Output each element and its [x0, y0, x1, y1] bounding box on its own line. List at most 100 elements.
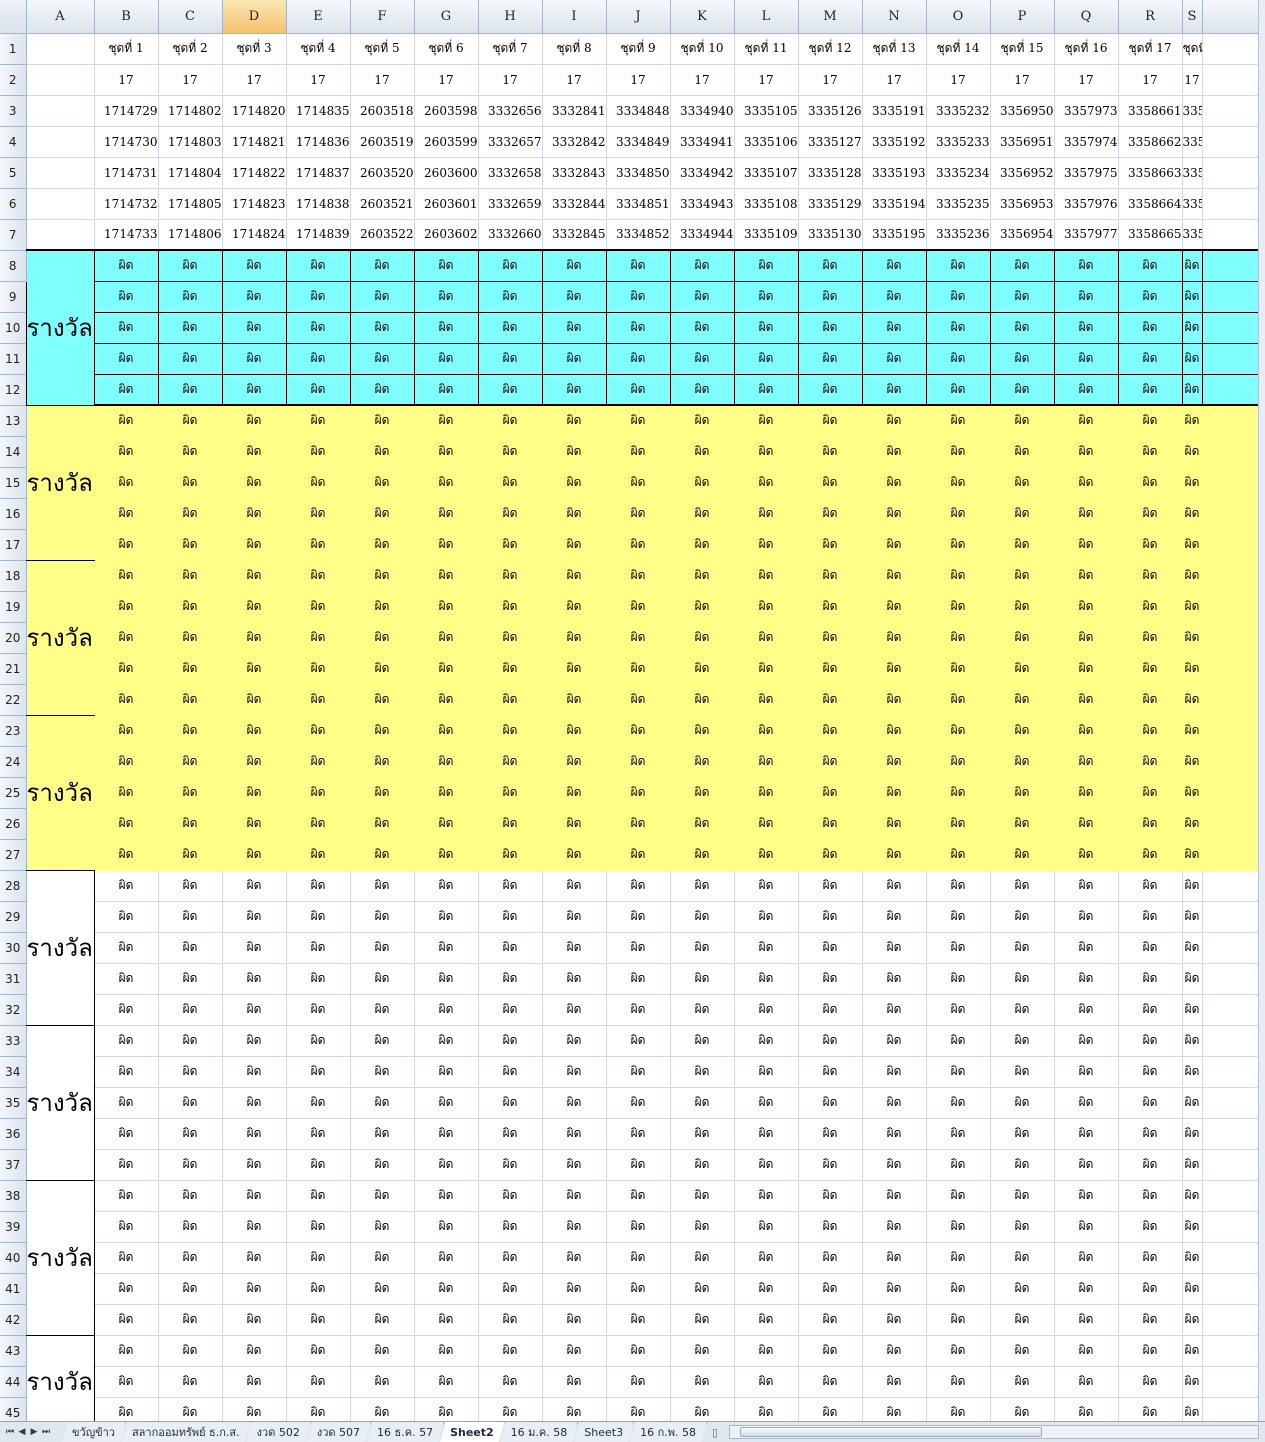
cell-partial[interactable] [1202, 808, 1265, 840]
result-cell[interactable]: ผิด [862, 808, 927, 840]
result-cell[interactable]: ผิด [286, 529, 351, 561]
result-cell[interactable]: ผิด [286, 870, 351, 902]
result-cell[interactable]: ผิด [542, 467, 607, 499]
result-cell[interactable]: ผิด [158, 684, 223, 716]
ticket-number-cell[interactable]: 3335106 [734, 126, 799, 158]
result-cell[interactable]: ผิด [1181, 280, 1203, 313]
cell-partial[interactable] [1201, 249, 1265, 282]
result-cell[interactable]: ผิด [734, 870, 799, 902]
result-cell[interactable]: ผิด [926, 684, 991, 716]
prize-group-label[interactable]: รางวัล ที่ 3 (2/10) [26, 1025, 95, 1181]
result-cell[interactable]: ผิด [478, 405, 543, 437]
ticket-number-cell[interactable]: 3332659 [478, 188, 543, 220]
result-cell[interactable]: ผิด [1054, 436, 1119, 468]
result-cell[interactable]: ผิด [926, 498, 991, 530]
result-cell[interactable]: ผิด [222, 777, 287, 809]
result-cell[interactable]: ผิด [798, 1335, 863, 1367]
result-cell[interactable]: ผิด [477, 249, 543, 282]
result-cell[interactable]: ผิด [158, 1149, 223, 1181]
result-cell[interactable]: ผิด [1181, 249, 1203, 282]
result-cell[interactable]: ผิด [542, 1397, 607, 1421]
result-cell[interactable]: ผิด [1118, 684, 1183, 716]
result-cell[interactable]: ผิด [350, 901, 415, 933]
result-cell[interactable]: ผิด [413, 373, 479, 406]
result-cell[interactable]: ผิด [414, 1025, 479, 1057]
result-cell[interactable]: ผิด [542, 870, 607, 902]
row-header-45[interactable]: 45 [0, 1397, 27, 1421]
cell-partial[interactable] [1202, 498, 1265, 530]
result-cell[interactable]: ผิด [670, 1087, 735, 1119]
result-cell[interactable]: ผิด [478, 1149, 543, 1181]
prize-group-label[interactable]: รางวัล ที่ 2 (3/3) [26, 715, 95, 871]
ticket-number-cell[interactable]: 3335129 [798, 188, 863, 220]
row-header-42[interactable]: 42 [0, 1304, 27, 1336]
result-cell[interactable]: ผิด [1054, 1149, 1119, 1181]
result-cell[interactable]: ผิด [1182, 498, 1203, 530]
row-header-9[interactable]: 9 [0, 281, 27, 313]
result-cell[interactable]: ผิด [413, 280, 479, 313]
result-cell[interactable]: ผิด [158, 1335, 223, 1367]
result-cell[interactable]: ผิด [925, 311, 991, 344]
result-cell[interactable]: ผิด [221, 311, 287, 344]
ticket-number-cell[interactable]: 3334941 [670, 126, 735, 158]
result-cell[interactable]: ผิด [734, 1025, 799, 1057]
result-cell[interactable]: ผิด [94, 1056, 159, 1088]
set-label-cell[interactable]: ชุดที่ 7 [478, 33, 543, 65]
ticket-number-cell[interactable]: 3356953 [990, 188, 1055, 220]
result-cell[interactable]: ผิด [925, 342, 991, 375]
result-cell[interactable]: ผิด [605, 373, 671, 406]
next-sheet-icon[interactable]: ▶ [28, 1422, 40, 1442]
result-cell[interactable]: ผิด [350, 653, 415, 685]
result-cell[interactable]: ผิด [1054, 1273, 1119, 1305]
result-cell[interactable]: ผิด [222, 1397, 287, 1421]
result-cell[interactable]: ผิด [926, 560, 991, 592]
result-cell[interactable]: ผิด [862, 405, 927, 437]
result-cell[interactable]: ผิด [862, 777, 927, 809]
result-cell[interactable]: ผิด [1118, 1242, 1183, 1274]
result-cell[interactable]: ผิด [606, 1087, 671, 1119]
set-label-cell[interactable]: ชุดที่ 12 [798, 33, 863, 65]
result-cell[interactable]: ผิด [734, 746, 799, 778]
result-cell[interactable]: ผิด [798, 963, 863, 995]
result-cell[interactable]: ผิด [414, 498, 479, 530]
result-cell[interactable]: ผิด [158, 1242, 223, 1274]
result-cell[interactable]: ผิด [542, 591, 607, 623]
column-header-o[interactable]: O [926, 0, 991, 34]
result-cell[interactable]: ผิด [350, 467, 415, 499]
result-cell[interactable]: ผิด [670, 1149, 735, 1181]
result-cell[interactable]: ผิด [93, 373, 159, 406]
result-cell[interactable]: ผิด [733, 311, 799, 344]
sheet-tab[interactable]: Sheet2 [440, 1422, 505, 1442]
ticket-number-cell[interactable]: 3335232 [926, 95, 991, 127]
result-cell[interactable]: ผิด [670, 405, 735, 437]
ticket-number-cell[interactable]: 3359030 [1182, 219, 1203, 251]
result-cell[interactable]: ผิด [158, 467, 223, 499]
result-cell[interactable]: ผิด [669, 342, 735, 375]
ticket-number-cell[interactable]: 2603518 [350, 95, 415, 127]
column-header-l[interactable]: L [734, 0, 799, 34]
result-cell[interactable]: ผิด [798, 467, 863, 499]
result-cell[interactable]: ผิด [286, 1304, 351, 1336]
result-cell[interactable]: ผิด [222, 467, 287, 499]
result-cell[interactable]: ผิด [542, 1118, 607, 1150]
result-cell[interactable]: ผิด [542, 1149, 607, 1181]
result-cell[interactable]: ผิด [734, 777, 799, 809]
count-cell[interactable]: 17 [734, 64, 799, 96]
result-cell[interactable]: ผิด [798, 653, 863, 685]
result-cell[interactable]: ผิด [158, 1366, 223, 1398]
row-header-34[interactable]: 34 [0, 1056, 27, 1088]
column-header-r[interactable]: R [1118, 0, 1183, 34]
result-cell[interactable]: ผิด [734, 1056, 799, 1088]
ticket-number-cell[interactable]: 3358663 [1118, 157, 1183, 189]
cell-partial[interactable] [1202, 1397, 1265, 1421]
cell-partial[interactable] [1202, 1211, 1265, 1243]
result-cell[interactable]: ผิด [990, 684, 1055, 716]
row-header-1[interactable]: 1 [0, 33, 27, 65]
result-cell[interactable]: ผิด [1054, 498, 1119, 530]
result-cell[interactable]: ผิด [542, 932, 607, 964]
result-cell[interactable]: ผิด [94, 498, 159, 530]
ticket-number-cell[interactable]: 3359026 [1182, 95, 1203, 127]
result-cell[interactable]: ผิด [350, 560, 415, 592]
result-cell[interactable]: ผิด [414, 1242, 479, 1274]
column-header-p[interactable]: P [990, 0, 1055, 34]
